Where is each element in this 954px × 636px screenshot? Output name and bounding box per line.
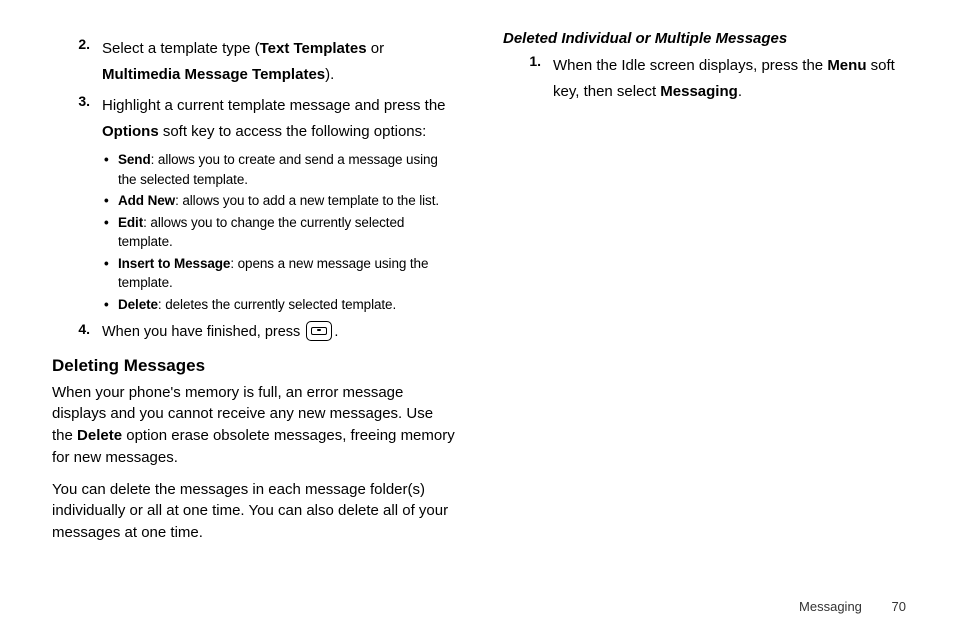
step-number: 1. — [503, 53, 553, 104]
bold: Delete — [77, 427, 122, 444]
text: soft key to access the following options… — [159, 123, 427, 140]
bullet-insert: •Insert to Message: opens a new message … — [104, 254, 455, 293]
page-footer: Messaging 70 — [799, 599, 906, 614]
subheading-deleted-individual: Deleted Individual or Multiple Messages — [503, 30, 906, 47]
bullet-delete: •Delete: deletes the currently selected … — [104, 295, 455, 315]
step-4: 4. When you have finished, press . — [52, 321, 455, 344]
bullet-dot: • — [104, 295, 118, 315]
bold: Send — [118, 152, 151, 167]
bullet-add-new: •Add New: allows you to add a new templa… — [104, 191, 455, 211]
bold: Menu — [827, 57, 866, 74]
step-text: Highlight a current template message and… — [102, 93, 455, 144]
text: . — [738, 83, 742, 100]
step-text: Select a template type (Text Templates o… — [102, 36, 455, 87]
step-number: 2. — [52, 36, 102, 87]
bold: Messaging — [660, 83, 738, 100]
step-number: 3. — [52, 93, 102, 144]
step-2: 2. Select a template type (Text Template… — [52, 36, 455, 87]
text: When you have finished, press — [102, 324, 304, 340]
bold: Multimedia Message Templates — [102, 66, 325, 83]
bullet-dot: • — [104, 191, 118, 211]
text: : deletes the currently selected templat… — [158, 297, 396, 312]
bold: Text Templates — [260, 40, 367, 57]
step-3: 3. Highlight a current template message … — [52, 93, 455, 144]
text: Highlight a current template message and… — [102, 97, 446, 114]
text: : allows you to add a new template to th… — [175, 193, 439, 208]
text: Select a template type ( — [102, 40, 260, 57]
bold: Edit — [118, 215, 143, 230]
bullet-dot: • — [104, 213, 118, 252]
text: . — [334, 324, 338, 340]
text: When the Idle screen displays, press the — [553, 57, 827, 74]
text: or — [367, 40, 385, 57]
end-key-icon — [306, 321, 332, 341]
footer-section: Messaging — [799, 599, 862, 614]
text: : allows you to change the currently sel… — [118, 215, 404, 250]
bold: Add New — [118, 193, 175, 208]
step-number: 4. — [52, 321, 102, 344]
heading-deleting-messages: Deleting Messages — [52, 356, 455, 376]
step-text: When you have finished, press . — [102, 321, 455, 344]
bullet-dot: • — [104, 150, 118, 189]
bullet-send: •Send: allows you to create and send a m… — [104, 150, 455, 189]
options-list: •Send: allows you to create and send a m… — [104, 150, 455, 315]
content-columns: 2. Select a template type (Text Template… — [52, 30, 906, 570]
bullet-dot: • — [104, 254, 118, 293]
bullet-edit: •Edit: allows you to change the currentl… — [104, 213, 455, 252]
di-step-1: 1. When the Idle screen displays, press … — [503, 53, 906, 104]
footer-page-number: 70 — [892, 599, 906, 614]
bold: Insert to Message — [118, 256, 230, 271]
bold: Delete — [118, 297, 158, 312]
paragraph: When your phone's memory is full, an err… — [52, 382, 455, 469]
bold: Options — [102, 123, 159, 140]
text: ). — [325, 66, 334, 83]
text: : allows you to create and send a messag… — [118, 152, 438, 187]
paragraph: You can delete the messages in each mess… — [52, 479, 455, 544]
step-text: When the Idle screen displays, press the… — [553, 53, 906, 104]
